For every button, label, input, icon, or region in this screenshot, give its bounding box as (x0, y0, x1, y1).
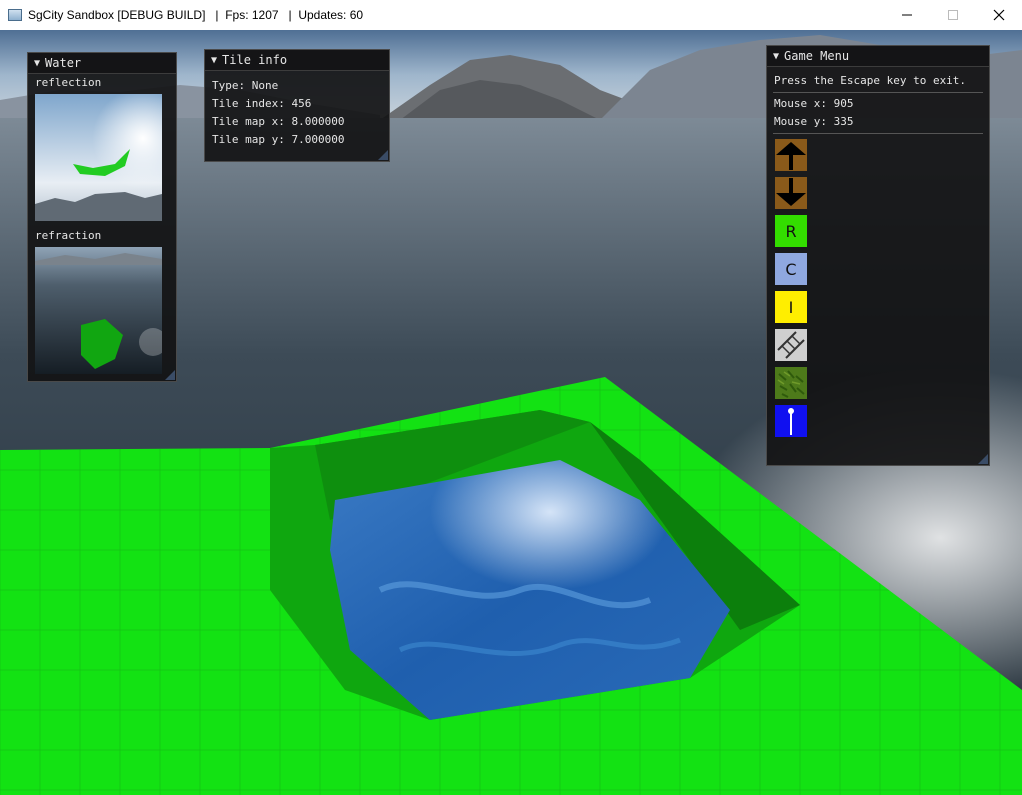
title-bar[interactable]: SgCity Sandbox [DEBUG BUILD] | Fps: 1207… (0, 0, 1022, 30)
tile-type-text: Type: None (212, 79, 279, 92)
resize-grip[interactable] (978, 454, 988, 464)
window-title: SgCity Sandbox [DEBUG BUILD] | Fps: 1207… (28, 8, 364, 22)
close-button[interactable] (976, 0, 1022, 30)
road-ladder-icon (777, 331, 805, 359)
minimize-icon (902, 14, 912, 16)
water-panel[interactable]: ▼ Water reflection refraction (27, 52, 177, 382)
grass-texture-icon (777, 370, 805, 398)
separator (773, 133, 983, 134)
collapse-triangle-icon[interactable]: ▼ (34, 58, 40, 69)
escape-hint-text: Press the Escape key to exit. (774, 74, 967, 87)
refraction-texture (35, 247, 162, 377)
water-panel-title: Water (45, 56, 82, 70)
resize-grip[interactable] (378, 150, 388, 160)
arrow-up-icon (776, 142, 806, 170)
maximize-button[interactable] (930, 0, 976, 30)
minimize-button[interactable] (884, 0, 930, 30)
game-menu-header[interactable]: ▼ Game Menu (767, 46, 989, 67)
separator (773, 92, 983, 93)
app-window-icon (8, 9, 22, 21)
arrow-down-icon (776, 178, 806, 206)
tile-info-panel[interactable]: ▼ Tile info Type: None Tile index: 456 T… (204, 49, 390, 162)
water-panel-header[interactable]: ▼ Water (28, 53, 176, 74)
maximize-icon (948, 10, 958, 20)
lower-terrain-button[interactable] (775, 177, 807, 209)
game-menu-title: Game Menu (784, 49, 850, 63)
mouse-x-text: Mouse x: 905 (774, 97, 854, 110)
power-pole-icon (788, 408, 794, 435)
refraction-label: refraction (35, 229, 102, 242)
industrial-label: I (788, 297, 794, 317)
road-tool-button[interactable] (775, 329, 807, 361)
tile-map-x-text: Tile map x: 8.000000 (212, 115, 345, 128)
commercial-zone-button[interactable]: C (775, 253, 807, 285)
industrial-zone-button[interactable]: I (775, 291, 807, 323)
resize-grip[interactable] (165, 370, 175, 380)
residential-label: R (785, 221, 797, 241)
tile-map-y-text: Tile map y: 7.000000 (212, 133, 345, 146)
tile-info-header[interactable]: ▼ Tile info (205, 50, 389, 71)
close-icon (993, 9, 1005, 21)
commercial-label: C (785, 259, 797, 279)
tile-index-text: Tile index: 456 (212, 97, 312, 110)
grass-tool-button[interactable] (775, 367, 807, 399)
power-line-button[interactable] (775, 405, 807, 437)
residential-zone-button[interactable]: R (775, 215, 807, 247)
collapse-triangle-icon[interactable]: ▼ (211, 55, 217, 66)
tile-info-title: Tile info (222, 53, 288, 67)
reflection-label: reflection (35, 76, 102, 89)
collapse-triangle-icon[interactable]: ▼ (773, 51, 779, 62)
reflection-texture (35, 94, 162, 224)
raise-terrain-button[interactable] (775, 139, 807, 171)
game-menu-panel[interactable]: ▼ Game Menu Press the Escape key to exit… (766, 45, 990, 466)
mouse-y-text: Mouse y: 335 (774, 115, 854, 128)
